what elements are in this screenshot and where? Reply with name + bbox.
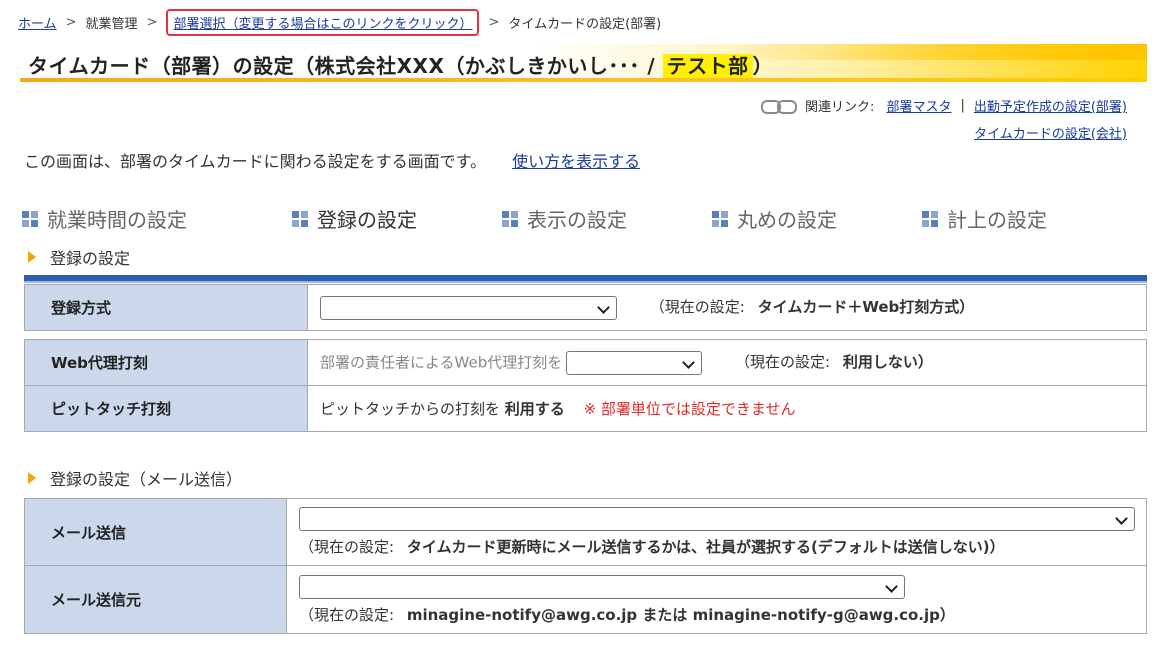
- page-title: タイムカード（部署）の設定（株式会社XXX（かぶしきかいし･･･ / テスト部）: [28, 54, 774, 78]
- grid-icon: [292, 210, 308, 227]
- chain-link-icon: [761, 99, 798, 114]
- registration-method-current: タイムカード＋Web打刻方式）: [757, 298, 975, 316]
- grid-icon: [922, 210, 938, 227]
- tab-registration[interactable]: 登録の設定: [292, 204, 417, 233]
- breadcrumb-separator: >: [488, 15, 500, 30]
- web-proxy-punch-label: Web代理打刻: [24, 339, 308, 386]
- mail-sender-current: minagine-notify@awg.co.jp または minagine-n…: [406, 605, 955, 624]
- related-links-label: 関連リンク:: [805, 100, 875, 115]
- breadcrumb: ホーム > 就業管理 > 部署選択（変更する場合はこのリンクをクリック） > タ…: [18, 9, 661, 36]
- chevron-down-icon: [682, 355, 696, 369]
- proxy-punch-table: Web代理打刻 部署の責任者によるWeb代理打刻を （現在の設定: 利用しない）…: [24, 339, 1147, 432]
- tab-accounting[interactable]: 計上の設定: [922, 204, 1047, 233]
- page-title-banner: タイムカード（部署）の設定（株式会社XXX（かぶしきかいし･･･ / テスト部）: [20, 44, 1147, 82]
- registration-method-label: 登録方式: [24, 284, 308, 331]
- registration-method-table: 登録方式 （現在の設定: タイムカード＋Web打刻方式）: [24, 284, 1147, 331]
- tab-rounding[interactable]: 丸めの設定: [712, 204, 837, 233]
- related-links-row2: タイムカードの設定(会社): [974, 123, 1127, 142]
- breadcrumb-dept-select-link[interactable]: 部署選択（変更する場合はこのリンクをクリック）: [173, 17, 472, 32]
- tab-work-hours[interactable]: 就業時間の設定: [22, 204, 187, 233]
- mail-sender-cell: （現在の設定: minagine-notify@awg.co.jp または mi…: [286, 565, 1147, 634]
- breadcrumb-separator: >: [65, 15, 77, 30]
- triangle-bullet-icon: [28, 472, 36, 484]
- breadcrumb-home-link[interactable]: ホーム: [18, 13, 57, 32]
- related-links: 関連リンク: 部署マスタ | 出勤予定作成の設定(部署): [761, 96, 1127, 115]
- triangle-bullet-icon: [28, 251, 36, 263]
- chevron-down-icon: [1115, 512, 1128, 525]
- how-to-use-link[interactable]: 使い方を表示する: [512, 152, 640, 171]
- mail-sender-label: メール送信元: [24, 565, 287, 634]
- web-proxy-punch-current: 利用しない）: [842, 353, 933, 371]
- grid-icon: [22, 210, 38, 227]
- page-title-dept: テスト部: [662, 54, 753, 78]
- grid-icon: [502, 210, 518, 227]
- registration-method-cell: （現在の設定: タイムカード＋Web打刻方式）: [307, 284, 1147, 331]
- breadcrumb-current: タイムカードの設定(部署): [508, 17, 662, 32]
- timecard-company-settings-link[interactable]: タイムカードの設定(会社): [974, 127, 1127, 142]
- web-proxy-punch-cell: 部署の責任者によるWeb代理打刻を （現在の設定: 利用しない）: [307, 339, 1147, 386]
- breadcrumb-separator: >: [146, 15, 158, 30]
- section-mail-heading: 登録の設定（メール送信）: [24, 466, 242, 490]
- breadcrumb-work: 就業管理: [85, 17, 138, 32]
- pit-touch-punch-cell: ピットタッチからの打刻を 利用する ※ 部署単位では設定できません: [307, 385, 1147, 432]
- tab-display[interactable]: 表示の設定: [502, 204, 627, 233]
- pit-touch-punch-label: ピットタッチ打刻: [24, 385, 308, 432]
- pit-touch-punch-note: ※ 部署単位では設定できません: [583, 400, 796, 418]
- mail-send-current: タイムカード更新時にメール送信するかは、社員が選択する(デフォルトは送信しない)…: [406, 538, 1005, 556]
- mail-send-label: メール送信: [24, 498, 287, 566]
- registration-method-select[interactable]: [320, 295, 617, 320]
- chevron-down-icon: [885, 579, 898, 593]
- breadcrumb-dept-select-highlight: 部署選択（変更する場合はこのリンクをクリック）: [166, 9, 480, 36]
- dept-master-link[interactable]: 部署マスタ: [886, 96, 951, 115]
- web-proxy-punch-select[interactable]: [566, 350, 703, 375]
- attendance-schedule-settings-link[interactable]: 出勤予定作成の設定(部署): [974, 96, 1127, 115]
- page-description: この画面は、部署のタイムカードに関わる設定をする画面です。 使い方を表示する: [24, 152, 641, 171]
- mail-settings-table: メール送信 （現在の設定: タイムカード更新時にメール送信するかは、社員が選択す…: [24, 498, 1147, 634]
- mail-send-select[interactable]: [299, 507, 1135, 531]
- pit-touch-punch-value: 利用する: [504, 400, 565, 418]
- section-registration-heading: 登録の設定: [24, 245, 130, 269]
- mail-send-cell: （現在の設定: タイムカード更新時にメール送信するかは、社員が選択する(デフォル…: [286, 498, 1147, 566]
- chevron-down-icon: [597, 300, 610, 314]
- mail-sender-select[interactable]: [299, 574, 905, 599]
- grid-icon: [712, 210, 728, 227]
